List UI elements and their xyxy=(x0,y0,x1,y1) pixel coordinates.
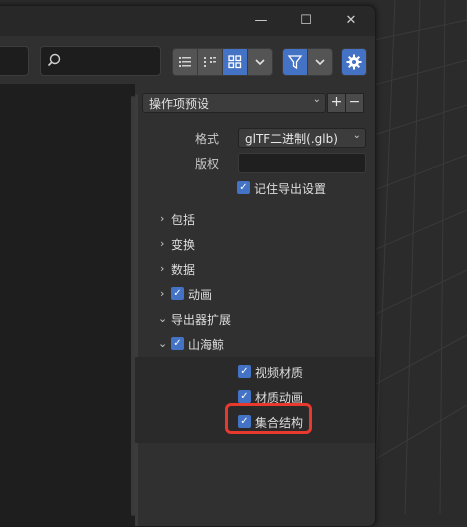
section-exporter-extensions[interactable]: 导出器扩展 xyxy=(171,311,231,328)
chevron-down-icon: ⌄ xyxy=(352,130,361,141)
grid-icon xyxy=(228,55,242,69)
section-include[interactable]: 包括 xyxy=(171,211,195,228)
chevron-down-icon[interactable]: ⌄ xyxy=(158,337,167,350)
list-vertical-icon xyxy=(179,57,191,67)
section-animation[interactable]: 动画 xyxy=(188,286,212,303)
list-horizontal-icon xyxy=(204,57,216,67)
copyright-label: 版权 xyxy=(194,157,219,171)
panel-scrollbar[interactable] xyxy=(135,94,138,526)
view-options-dropdown[interactable] xyxy=(247,48,273,76)
copyright-input[interactable] xyxy=(238,153,366,173)
filter-options-dropdown[interactable] xyxy=(307,48,333,76)
minimize-button[interactable]: — xyxy=(252,12,270,30)
chevron-down-icon[interactable]: ⌄ xyxy=(158,312,167,325)
highlight-annotation-box xyxy=(225,403,312,434)
settings-button[interactable] xyxy=(341,48,367,76)
format-label: 格式 xyxy=(194,132,219,146)
list-vertical-view-button[interactable] xyxy=(172,48,198,76)
add-preset-button[interactable]: + xyxy=(327,93,346,113)
chevron-right-icon[interactable]: › xyxy=(160,287,164,300)
operator-preset-label: 操作项预设 xyxy=(149,97,210,111)
animation-checkbox[interactable]: ✓ xyxy=(171,287,184,300)
search-input[interactable] xyxy=(40,46,161,76)
export-dialog-window: — ☐ ✕ 操作项预设 ⌄ + − 格式 glTF二进制(.glb) ⌄ 版权 … xyxy=(0,5,376,527)
filter-icon xyxy=(287,55,303,70)
chevron-down-icon xyxy=(315,59,325,66)
list-horizontal-view-button[interactable] xyxy=(197,48,223,76)
remove-preset-button[interactable]: − xyxy=(345,93,364,113)
chevron-down-icon xyxy=(255,59,265,66)
maximize-button[interactable]: ☐ xyxy=(297,12,315,30)
close-button[interactable]: ✕ xyxy=(342,12,360,30)
path-input[interactable] xyxy=(0,46,29,76)
material-animation-checkbox[interactable]: ✓ xyxy=(238,390,251,403)
shanhaijing-checkbox[interactable]: ✓ xyxy=(171,337,184,350)
title-bar: — ☐ ✕ xyxy=(0,6,375,36)
export-settings-panel: 操作项预设 ⌄ + − 格式 glTF二进制(.glb) ⌄ 版权 ✓ 记住导出… xyxy=(135,84,375,526)
search-icon xyxy=(47,53,61,67)
file-list-area[interactable] xyxy=(0,84,135,526)
thumbnail-view-button[interactable] xyxy=(222,48,248,76)
section-shanhaijing[interactable]: 山海鲸 xyxy=(188,336,224,353)
video-material-label: 视频材质 xyxy=(255,366,304,380)
video-material-checkbox[interactable]: ✓ xyxy=(238,365,251,378)
file-browser-toolbar xyxy=(0,36,375,84)
remember-settings-checkbox[interactable]: ✓ xyxy=(237,181,250,194)
format-dropdown[interactable]: glTF二进制(.glb) ⌄ xyxy=(238,128,366,148)
operator-preset-dropdown[interactable]: 操作项预设 ⌄ xyxy=(142,93,326,113)
chevron-right-icon[interactable]: › xyxy=(160,262,164,275)
chevron-right-icon[interactable]: › xyxy=(160,237,164,250)
filter-toggle-button[interactable] xyxy=(282,48,308,76)
format-value: glTF二进制(.glb) xyxy=(245,132,338,146)
chevron-down-icon: ⌄ xyxy=(312,94,321,105)
chevron-right-icon[interactable]: › xyxy=(160,212,164,225)
section-transform[interactable]: 变换 xyxy=(171,236,195,253)
gear-icon xyxy=(346,54,362,70)
remember-settings-label: 记住导出设置 xyxy=(254,182,327,196)
section-data[interactable]: 数据 xyxy=(171,261,195,278)
